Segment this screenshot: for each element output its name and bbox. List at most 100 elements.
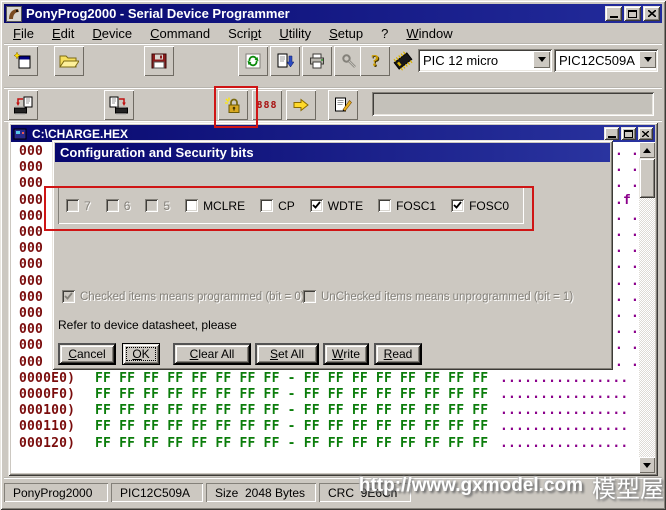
menu-device[interactable]: Device [83,25,141,42]
checkbox-box[interactable] [451,199,464,212]
menu-script[interactable]: Script [219,25,270,42]
device-model-dropdown-button[interactable] [639,51,656,68]
bit-checkbox-7: 7 [66,199,91,213]
hex-row: 000110)FF FF FF FF FF FF FF FF - FF FF F… [11,419,639,435]
checkbox-label: WDTE [328,199,363,213]
minimize-icon [608,136,616,138]
program-all-button[interactable] [286,90,316,120]
hex-row: 0000E0)FF FF FF FF FF FF FF FF - FF FF F… [11,371,639,387]
checkbox-label: 6 [124,199,131,213]
menu-?[interactable]: ? [372,25,397,42]
dialog-hint: Refer to device datasheet, please [58,318,237,332]
reload-button[interactable] [238,46,268,76]
minimize-button[interactable] [605,6,622,21]
device-family-dropdown-button[interactable] [533,51,550,68]
chevron-down-icon [644,57,652,62]
open-file-button[interactable] [54,46,84,76]
reload-icon [245,53,261,69]
arrow-up-icon [643,148,651,153]
child-maximize-button[interactable] [621,127,636,140]
help-button[interactable]: ? [360,46,390,76]
security-bits-lock-icon [224,96,242,114]
write-doc-button[interactable] [270,46,300,76]
open-file-icon [59,53,79,69]
read-button[interactable]: Read [374,343,422,365]
arrow-down-icon [643,463,651,468]
hex-ascii-sliver: . . [615,322,639,337]
config-word-button[interactable]: 888 [252,90,282,120]
bit-checkbox-fosc1[interactable]: FOSC1 [378,199,436,213]
read-device-icon [13,96,33,115]
status-cell-2: Size 2048 Bytes [206,483,316,502]
child-minimize-button[interactable] [604,127,619,140]
checkbox-box [303,290,316,303]
status-cell-0: PonyProg2000 [4,483,108,502]
hex-address-sliver: 000 [19,209,43,224]
cancel-button[interactable]: Cancel [58,343,116,365]
menu-edit[interactable]: Edit [43,25,83,42]
checkbox-label: 5 [163,199,170,213]
print-button[interactable] [302,46,332,76]
write-button[interactable]: Write [323,343,369,365]
device-model-select[interactable]: PIC12C509A [554,49,658,72]
status-cell-1: PIC12C509A [111,483,203,502]
new-window-button[interactable] [8,46,38,76]
hex-address-sliver: 000 [19,257,43,272]
checkbox-box[interactable] [185,199,198,212]
checkbox-box [106,199,119,212]
child-close-button[interactable] [638,127,653,140]
hex-ascii-sliver: . . [615,225,639,240]
menu-command[interactable]: Command [141,25,219,42]
checkbox-box[interactable] [260,199,273,212]
read-device-button[interactable] [8,90,38,120]
security-bits-button[interactable] [218,90,248,120]
progress-strip [372,92,654,116]
hex-ascii-sliver: . . [615,306,639,321]
hex-bytes: FF FF FF FF FF FF FF FF - FF FF FF FF FF… [95,436,488,451]
close-button[interactable] [643,6,660,21]
device-model-value: PIC12C509A [559,53,635,68]
bit-checkbox-fosc0[interactable]: FOSC0 [451,199,509,213]
hex-bytes: FF FF FF FF FF FF FF FF - FF FF FF FF FF… [95,387,488,402]
app-icon [6,6,22,22]
print-icon [309,53,325,69]
menu-window[interactable]: Window [397,25,461,42]
maximize-button[interactable] [624,6,641,21]
checkbox-box[interactable] [310,199,323,212]
menu-setup[interactable]: Setup [320,25,372,42]
vertical-scrollbar[interactable] [639,142,655,473]
ok-button[interactable]: OK [122,343,160,365]
write-device-icon [109,96,129,115]
hex-ascii-sliver: .f [615,193,631,208]
device-family-select[interactable]: PIC 12 micro [418,49,552,72]
hex-row: 000120)FF FF FF FF FF FF FF FF - FF FF F… [11,436,639,452]
hex-row: 0000F0) FF FF FF FF FF FF FF FF - FF FF F… [11,387,639,403]
checkbox-box[interactable] [378,199,391,212]
scroll-up-button[interactable] [639,142,655,158]
hex-address-sliver: 000 [19,322,43,337]
config-word-icon: 888 [256,100,277,111]
bit-checkbox-cp[interactable]: CP [260,199,295,213]
hex-ascii-sliver: . . [615,176,639,191]
bit-checkbox-mclre[interactable]: MCLRE [185,199,245,213]
set-all-button[interactable]: Set All [255,343,319,365]
config-security-dialog: Configuration and Security bits 765MCLRE… [52,140,613,370]
hex-address: 0000F0) [19,387,75,402]
scroll-down-button[interactable] [639,457,655,473]
write-device-button[interactable] [104,90,134,120]
separator [4,43,662,45]
edit-script-button[interactable] [328,90,358,120]
menu-file[interactable]: File [4,25,43,42]
edit-script-icon [334,97,353,113]
hex-address-sliver: 000 [19,160,43,175]
clear-all-button[interactable]: Clear All [173,343,251,365]
hex-ascii: ................ [500,387,628,402]
hex-address-sliver: 000 [19,144,43,159]
hex-address: 000100) [19,403,75,418]
bit-checkbox-wdte[interactable]: WDTE [310,199,363,213]
save-file-button[interactable] [144,46,174,76]
hex-address-sliver: 000 [19,176,43,191]
scrollbar-thumb[interactable] [639,158,655,198]
hex-address-sliver: 000 [19,306,43,321]
menu-utility[interactable]: Utility [270,25,320,42]
